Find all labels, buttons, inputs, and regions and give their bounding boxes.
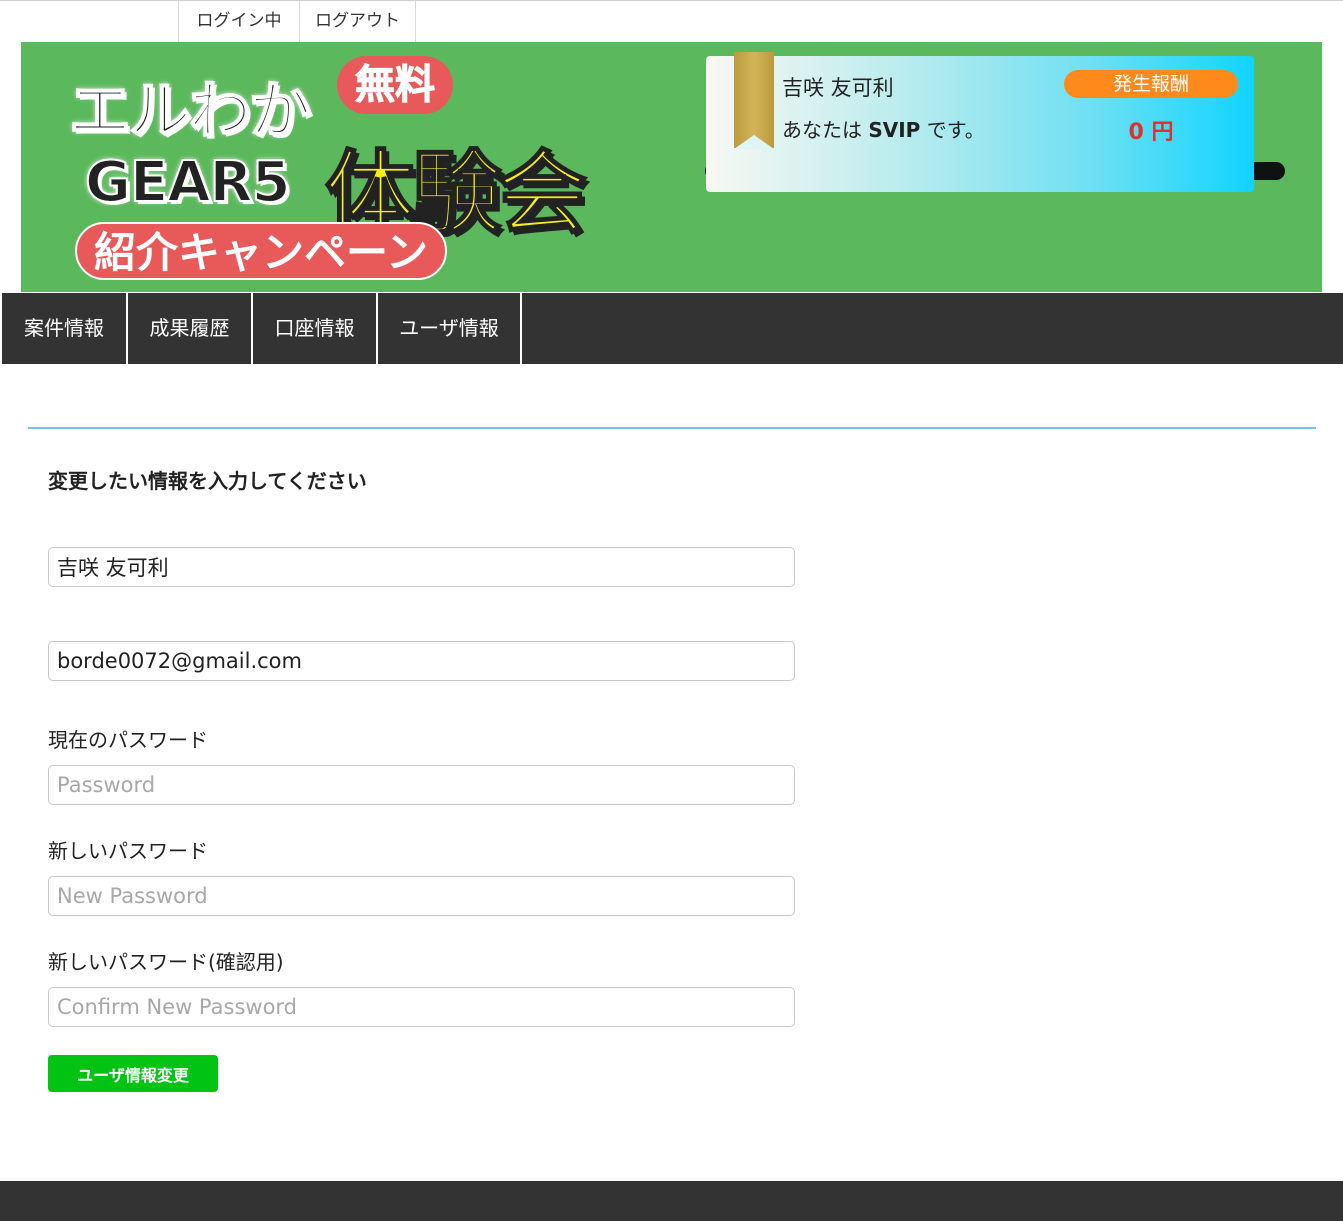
top-bar: ログイン中 ログアウト: [0, 0, 1343, 43]
footer: [0, 1181, 1343, 1221]
nav-item-results[interactable]: 成果履歴: [126, 293, 251, 364]
ribbon-icon: [734, 52, 774, 149]
user-rank-text: あなたは SVIP です。: [782, 114, 985, 143]
rank-prefix: あなたは: [782, 118, 862, 142]
reward-amount: 0 円: [1128, 120, 1174, 145]
banner-title-line2: GEAR5: [84, 149, 292, 216]
reward-label-badge: 発生報酬: [1064, 70, 1238, 98]
banner-free-badge: 無料: [337, 56, 453, 114]
logout-link[interactable]: ログアウト: [299, 1, 416, 42]
main-nav: 案件情報 成果履歴 口座情報 ユーザ情報: [0, 293, 1343, 364]
rank-suffix: です。: [926, 118, 985, 142]
current-password-label: 現在のパスワード: [48, 728, 208, 752]
confirm-password-label: 新しいパスワード(確認用): [48, 950, 284, 974]
form-title: 変更したい情報を入力してください: [48, 469, 367, 493]
new-password-label: 新しいパスワード: [48, 839, 208, 863]
nav-item-user-info[interactable]: ユーザ情報: [376, 293, 522, 364]
new-password-input[interactable]: [48, 876, 795, 916]
rank-value: SVIP: [868, 118, 921, 142]
nav-item-projects[interactable]: 案件情報: [0, 293, 126, 364]
section-divider: [28, 427, 1316, 429]
nav-item-account[interactable]: 口座情報: [251, 293, 376, 364]
logged-in-indicator: ログイン中: [178, 1, 299, 42]
user-name: 吉咲 友可利: [782, 76, 894, 100]
update-user-button[interactable]: ユーザ情報変更: [48, 1055, 218, 1092]
confirm-password-input[interactable]: [48, 987, 795, 1027]
banner-campaign-label: 紹介キャンペーン: [75, 222, 447, 280]
current-password-input[interactable]: [48, 765, 795, 805]
banner-title-line1: エルわか: [68, 73, 312, 148]
email-input[interactable]: [48, 641, 795, 681]
user-status-card: 吉咲 友可利 あなたは SVIP です。 発生報酬 0 円: [706, 52, 1254, 192]
name-input[interactable]: [48, 547, 795, 587]
